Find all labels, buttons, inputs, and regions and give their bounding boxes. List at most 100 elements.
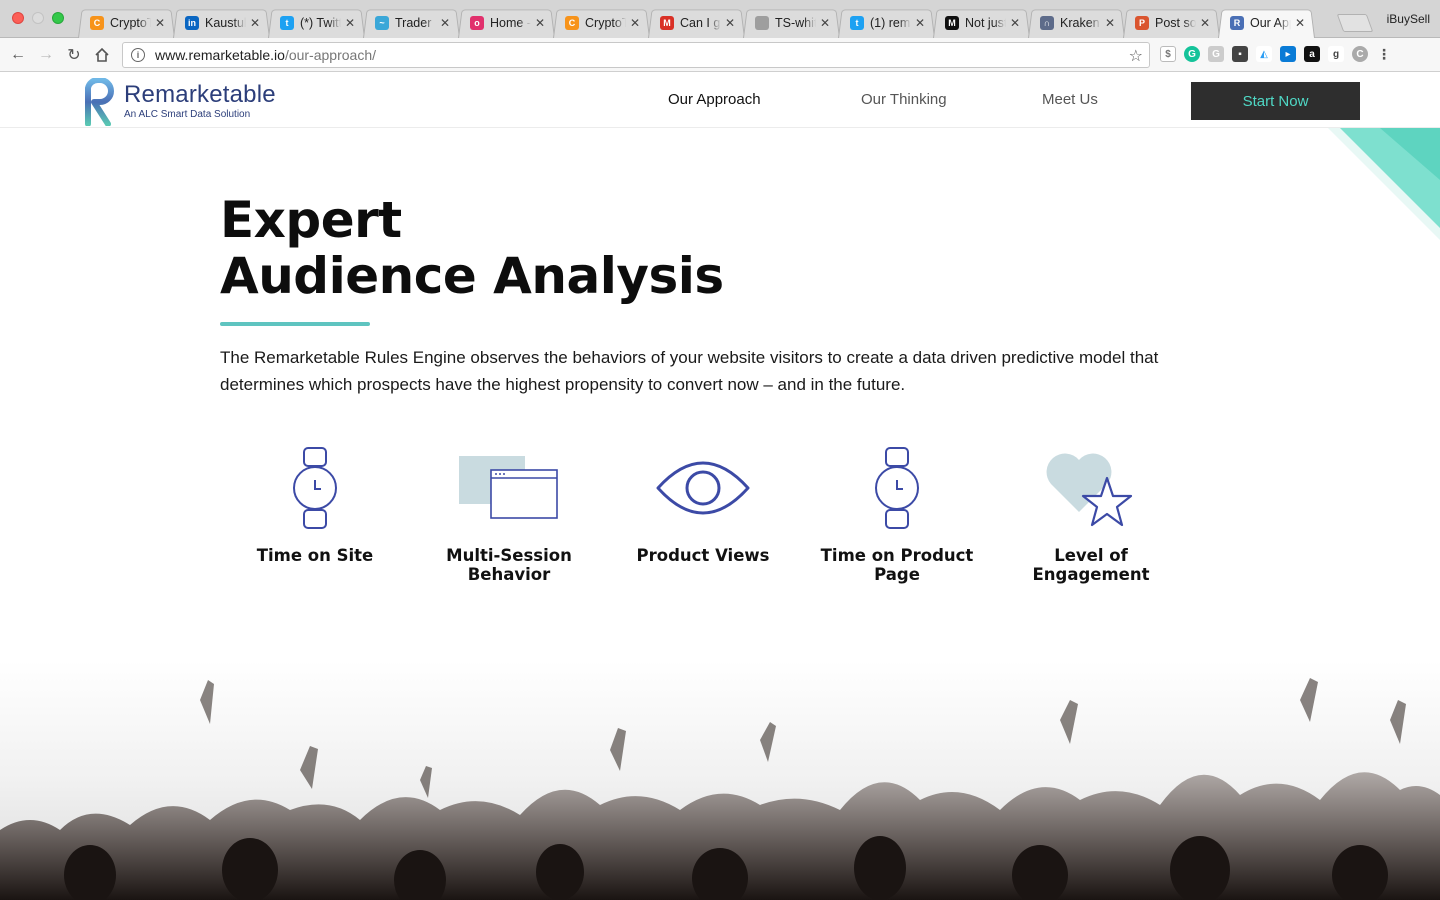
logo-name: Remarketable [124, 81, 276, 108]
minimize-window-button[interactable] [32, 12, 44, 24]
tab-title: CryptoTrader [110, 15, 151, 30]
feature-item: Level of Engagement [994, 446, 1188, 584]
nav-our-approach[interactable]: Our Approach [668, 91, 761, 108]
extension-icon[interactable]: a [1304, 46, 1320, 62]
watch-icon [293, 447, 337, 529]
tab-favicon-icon: M [945, 15, 959, 30]
remarketable-logo-icon [85, 78, 114, 126]
tab-title: (*) Twitter [300, 15, 341, 30]
feature-label: Multi-Session Behavior [446, 546, 572, 584]
tab-title: Post some [1155, 15, 1196, 30]
extension-icons: $ G G ▪ ◭ ▸ a g C ⋮ [1160, 46, 1392, 62]
site-header: Remarketable An ALC Smart Data Solution … [0, 72, 1440, 128]
tab-close-icon[interactable]: ✕ [535, 16, 545, 30]
url-host: www.remarketable.io [155, 47, 285, 63]
tab-close-icon[interactable]: ✕ [820, 16, 830, 30]
logo[interactable]: Remarketable An ALC Smart Data Solution [82, 78, 276, 126]
feature-label: Time on Product Page [820, 546, 974, 584]
watch-icon [875, 447, 919, 529]
tab-favicon-icon: R [1230, 15, 1244, 30]
browser-tab[interactable]: ~ Trader | Dashboard ✕ [363, 7, 460, 38]
browser-tabs: C CryptoTrader ✕ in Kaustubh ✕ t (*) Twitter ✕ ~ T… [78, 7, 1313, 38]
extension-icon[interactable]: ▪ [1232, 46, 1248, 62]
close-window-button[interactable] [12, 12, 24, 24]
extension-icon[interactable]: C [1352, 46, 1368, 62]
maximize-window-button[interactable] [52, 12, 64, 24]
back-arrow-icon[interactable]: ← [8, 45, 28, 65]
browser-tab[interactable]: in Kaustubh ✕ [173, 7, 270, 38]
browser-tab[interactable]: C CryptoTrader ✕ [553, 7, 650, 38]
tab-title: TS-whitepaper [775, 15, 816, 30]
browser-toolbar: ← → ↻ i www.remarketable.io/our-approach… [0, 38, 1440, 72]
tab-close-icon[interactable]: ✕ [1010, 16, 1020, 30]
feature-item: Multi-Session Behavior [412, 446, 606, 584]
browser-tab[interactable]: t (1) remarketable ✕ [838, 7, 935, 38]
intro-paragraph: The Remarketable Rules Engine observes t… [220, 348, 1159, 394]
feature-item: Time on Product Page [800, 446, 994, 584]
tab-favicon-icon: t [850, 15, 864, 30]
feature-label: Product Views [636, 546, 770, 565]
tab-close-icon[interactable]: ✕ [250, 16, 260, 30]
extension-icon[interactable]: ▸ [1280, 46, 1296, 62]
tab-favicon-icon: P [1135, 15, 1149, 30]
page-title-line2: Audience Analysis [220, 247, 724, 305]
tab-close-icon[interactable]: ✕ [915, 16, 925, 30]
tab-close-icon[interactable]: ✕ [440, 16, 450, 30]
feature-label: Level of Engagement [1032, 546, 1150, 584]
tab-close-icon[interactable]: ✕ [1200, 16, 1210, 30]
browser-tab[interactable]: TS-whitepaper ✕ [743, 7, 840, 38]
tab-favicon-icon: o [470, 15, 484, 30]
feature-item: Product Views [606, 446, 800, 584]
forward-arrow-icon[interactable]: → [36, 45, 56, 65]
tab-close-icon[interactable]: ✕ [1295, 16, 1305, 30]
tab-title: CryptoTrader [585, 15, 626, 30]
extension-icon[interactable]: ◭ [1256, 46, 1272, 62]
browser-tab-strip: C CryptoTrader ✕ in Kaustubh ✕ t (*) Twitter ✕ ~ T… [0, 0, 1440, 38]
tab-favicon-icon: in [185, 15, 199, 30]
browser-tab[interactable]: o Home - Instagram ✕ [458, 7, 555, 38]
tab-title: Not just [965, 15, 1006, 30]
tab-title: Can I get [680, 15, 721, 30]
tab-title: Kaustubh [205, 15, 246, 30]
extension-icon[interactable]: G [1208, 46, 1224, 62]
browser-tab[interactable]: C CryptoTrader ✕ [78, 7, 175, 38]
eye-icon [656, 461, 750, 515]
bookmark-star-icon[interactable]: ☆ [1129, 46, 1143, 66]
tab-close-icon[interactable]: ✕ [630, 16, 640, 30]
tab-close-icon[interactable]: ✕ [155, 16, 165, 30]
feature-list: Time on Site Multi-Session Behavior Prod… [218, 446, 1188, 584]
title-underline [220, 322, 370, 326]
tab-title: Kraken [1060, 15, 1100, 30]
home-icon[interactable] [92, 45, 112, 65]
grammarly-icon[interactable]: G [1184, 46, 1200, 62]
browser-tab[interactable]: ∩ Kraken ✕ [1028, 7, 1125, 38]
heart-star-icon [1046, 453, 1133, 527]
extension-icon[interactable]: g [1328, 46, 1344, 62]
url-path: /our-approach/ [284, 47, 376, 63]
browser-tab[interactable]: M Not just ✕ [933, 7, 1030, 38]
browser-tab[interactable]: R Our Approach ✕ [1218, 7, 1315, 38]
reload-icon[interactable]: ↻ [64, 45, 84, 65]
tab-title: Home - Instagram [490, 15, 531, 30]
browser-tab[interactable]: M Can I get ✕ [648, 7, 745, 38]
tab-close-icon[interactable]: ✕ [1105, 16, 1115, 30]
tab-title: Our Approach [1250, 15, 1291, 30]
browser-profile-name[interactable]: iBuySell [1387, 12, 1430, 26]
site-info-icon[interactable]: i [131, 48, 145, 62]
tab-favicon-icon: C [90, 15, 104, 30]
tab-close-icon[interactable]: ✕ [725, 16, 735, 30]
nav-our-thinking[interactable]: Our Thinking [861, 91, 947, 108]
menu-kebab-icon[interactable]: ⋮ [1376, 46, 1392, 62]
browser-tab[interactable]: P Post some ✕ [1123, 7, 1220, 38]
tab-favicon-icon: C [565, 15, 579, 30]
browser-tab[interactable]: t (*) Twitter ✕ [268, 7, 365, 38]
extension-icon[interactable]: $ [1160, 46, 1176, 62]
tab-favicon-icon: M [660, 15, 674, 30]
browser-windows-icon [459, 456, 558, 519]
nav-meet-us[interactable]: Meet Us [1042, 91, 1098, 108]
new-tab-button[interactable] [1336, 14, 1374, 32]
start-now-button[interactable]: Start Now [1191, 82, 1360, 120]
tab-close-icon[interactable]: ✕ [345, 16, 355, 30]
page-title-line1: Expert [220, 191, 402, 249]
address-bar[interactable]: i www.remarketable.io/our-approach/ ☆ [122, 42, 1150, 68]
